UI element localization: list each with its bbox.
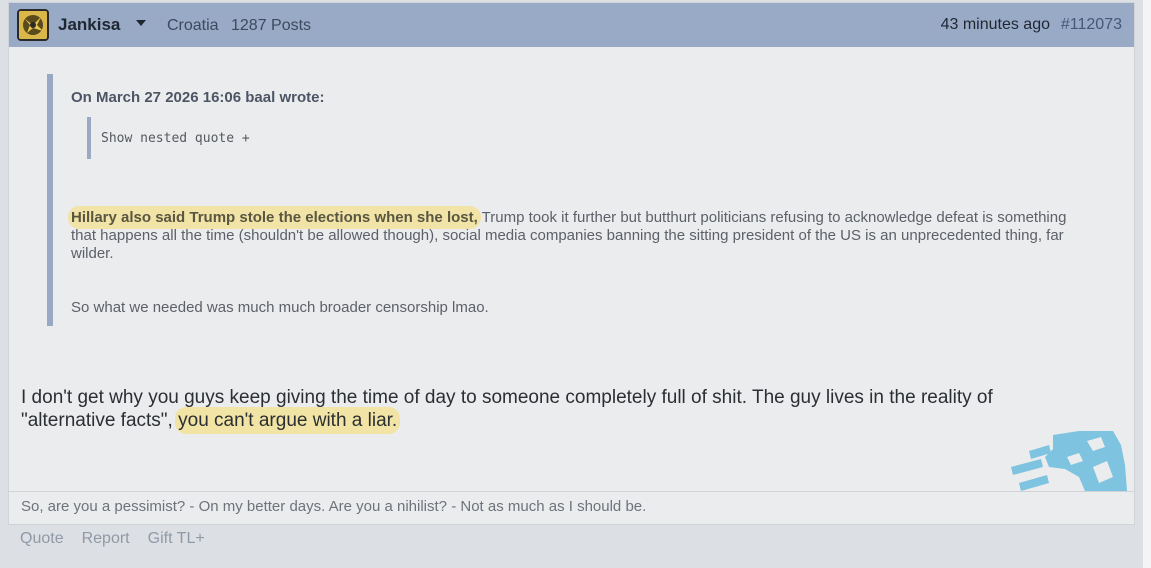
author-post-count: 1287 Posts (231, 17, 312, 34)
forum-post: Jankisa Croatia 1287 Posts 43 minutes ag… (8, 2, 1135, 525)
post-body-text: I don't get why you guys keep giving the… (21, 387, 993, 431)
post-actions: Quote Report Gift TL+ (20, 530, 205, 548)
post-header: Jankisa Croatia 1287 Posts 43 minutes ag… (9, 3, 1134, 47)
quote-link[interactable]: Quote (20, 530, 64, 548)
signature-divider (9, 491, 1134, 492)
user-menu-caret-icon[interactable] (136, 20, 146, 26)
quote-block: On March 27 2026 16:06 baal wrote: Show … (47, 74, 1066, 326)
show-nested-quote-toggle[interactable]: Show nested quote + (101, 131, 250, 146)
scrollbar-gutter (1143, 0, 1151, 568)
post-body-highlight: you can't argue with a liar. (178, 410, 398, 431)
report-link[interactable]: Report (82, 530, 130, 548)
quote-highlighted-text: Hillary also said Trump stole the electi… (71, 209, 478, 226)
quote-paragraph: Hillary also said Trump stole the electi… (71, 209, 1071, 263)
author-username[interactable]: Jankisa (58, 15, 120, 35)
nested-quote: Show nested quote + (87, 117, 250, 159)
author-country: Croatia (167, 17, 219, 34)
quote-attribution: On March 27 2026 16:06 baal wrote: (71, 89, 325, 106)
user-signature: So, are you a pessimist? - On my better … (21, 498, 647, 515)
post-permalink[interactable]: #112073 (1061, 16, 1122, 34)
gift-tl-link[interactable]: Gift TL+ (148, 530, 205, 548)
team-liquid-horse-icon (1009, 431, 1127, 491)
starcraft-race-avatar-icon[interactable] (17, 9, 49, 41)
quote-paragraph: So what we needed was much much broader … (71, 299, 489, 316)
post-body: I don't get why you guys keep giving the… (21, 386, 1071, 432)
post-timestamp: 43 minutes ago (940, 16, 1050, 33)
